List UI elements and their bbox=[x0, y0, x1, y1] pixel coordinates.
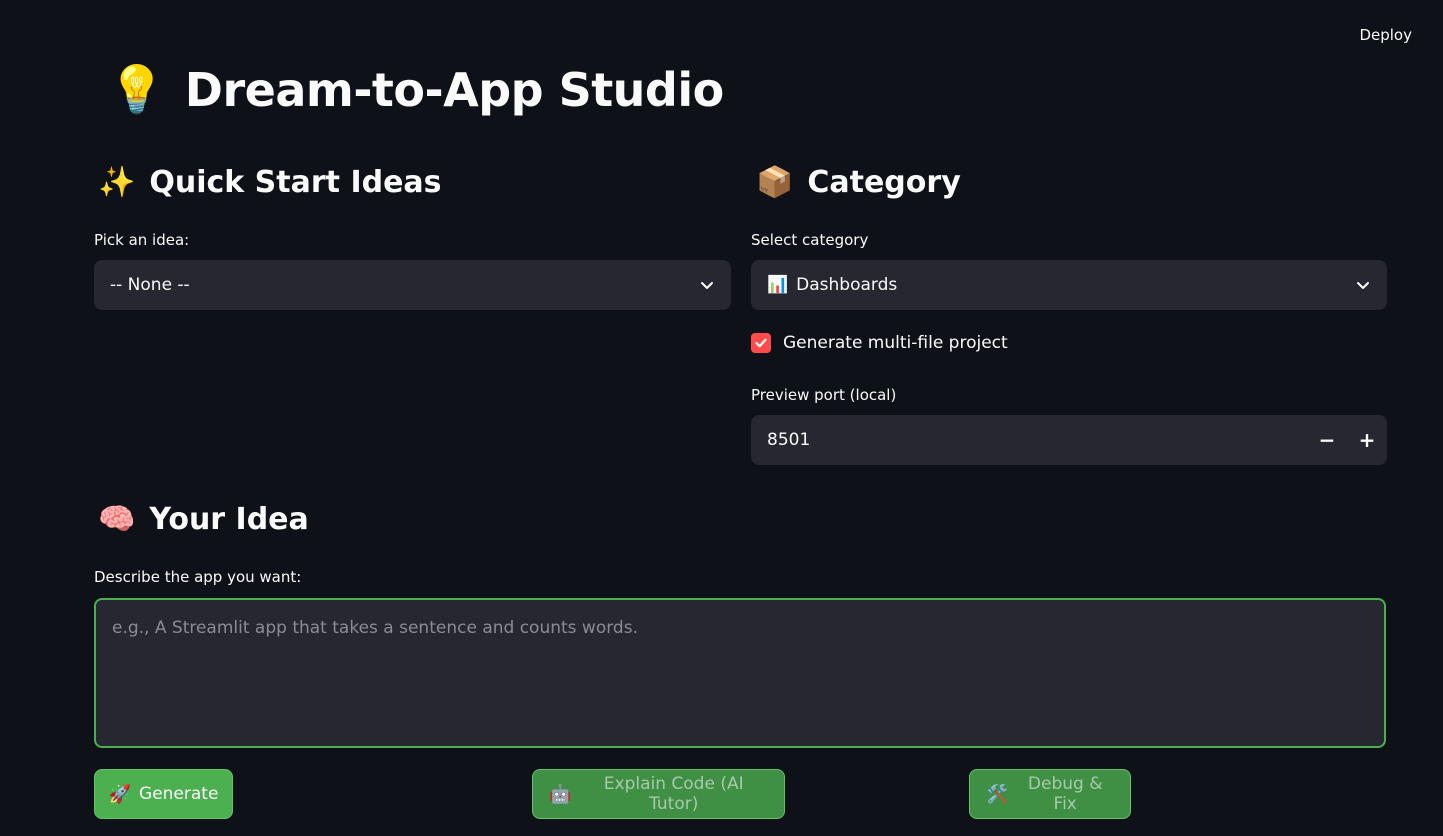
deploy-button[interactable]: Deploy bbox=[1359, 26, 1412, 44]
brain-icon: 🧠 bbox=[98, 502, 136, 537]
category-heading-text: Category bbox=[807, 165, 961, 200]
preview-port-value[interactable]: 8501 bbox=[767, 430, 1307, 450]
preview-port-label: Preview port (local) bbox=[751, 386, 897, 404]
quick-start-heading: ✨ Quick Start Ideas bbox=[98, 165, 442, 200]
your-idea-heading-text: Your Idea bbox=[149, 502, 309, 537]
category-select-value: 📊 Dashboards bbox=[767, 275, 1355, 295]
debug-fix-button[interactable]: 🛠️ Debug & Fix bbox=[969, 769, 1131, 819]
idea-description-input[interactable] bbox=[94, 598, 1386, 748]
chevron-down-icon bbox=[1357, 282, 1369, 289]
idea-select[interactable]: -- None -- bbox=[94, 260, 731, 310]
preview-port-input[interactable]: 8501 − + bbox=[751, 415, 1387, 465]
idea-select-value: -- None -- bbox=[110, 275, 190, 295]
category-select[interactable]: 📊 Dashboards bbox=[751, 260, 1387, 310]
increment-button[interactable]: + bbox=[1347, 415, 1387, 465]
app-root: Deploy 💡 Dream-to-App Studio ✨ Quick Sta… bbox=[0, 0, 1443, 836]
generate-button-label: Generate bbox=[139, 784, 219, 804]
chevron-down-icon bbox=[701, 282, 713, 289]
tools-icon: 🛠️ bbox=[986, 783, 1009, 805]
debug-fix-button-label: Debug & Fix bbox=[1027, 774, 1103, 814]
idea-description-label: Describe the app you want: bbox=[94, 568, 302, 586]
idea-select-label: Pick an idea: bbox=[94, 231, 190, 249]
multi-file-label: Generate multi-file project bbox=[783, 333, 1008, 353]
category-select-text: Dashboards bbox=[796, 275, 898, 295]
multi-file-checkbox[interactable]: Generate multi-file project bbox=[751, 333, 1008, 353]
robot-icon: 🤖 bbox=[549, 783, 572, 805]
checkbox-checked-icon[interactable] bbox=[751, 333, 771, 353]
package-icon: 📦 bbox=[756, 165, 794, 200]
category-heading: 📦 Category bbox=[756, 165, 961, 200]
bar-chart-icon: 📊 bbox=[767, 275, 789, 295]
category-select-label: Select category bbox=[751, 231, 869, 249]
generate-button[interactable]: 🚀 Generate bbox=[94, 769, 233, 819]
explain-code-button[interactable]: 🤖 Explain Code (AI Tutor) bbox=[532, 769, 785, 819]
your-idea-heading: 🧠 Your Idea bbox=[98, 502, 309, 537]
explain-code-button-label: Explain Code (AI Tutor) bbox=[603, 774, 744, 814]
page-title-text: Dream-to-App Studio bbox=[184, 62, 724, 117]
page-title: 💡 Dream-to-App Studio bbox=[108, 62, 724, 117]
rocket-icon: 🚀 bbox=[108, 783, 132, 805]
quick-start-heading-text: Quick Start Ideas bbox=[149, 165, 442, 200]
decrement-button[interactable]: − bbox=[1307, 415, 1347, 465]
sparkles-icon: ✨ bbox=[98, 165, 136, 200]
light-bulb-icon: 💡 bbox=[108, 62, 165, 116]
